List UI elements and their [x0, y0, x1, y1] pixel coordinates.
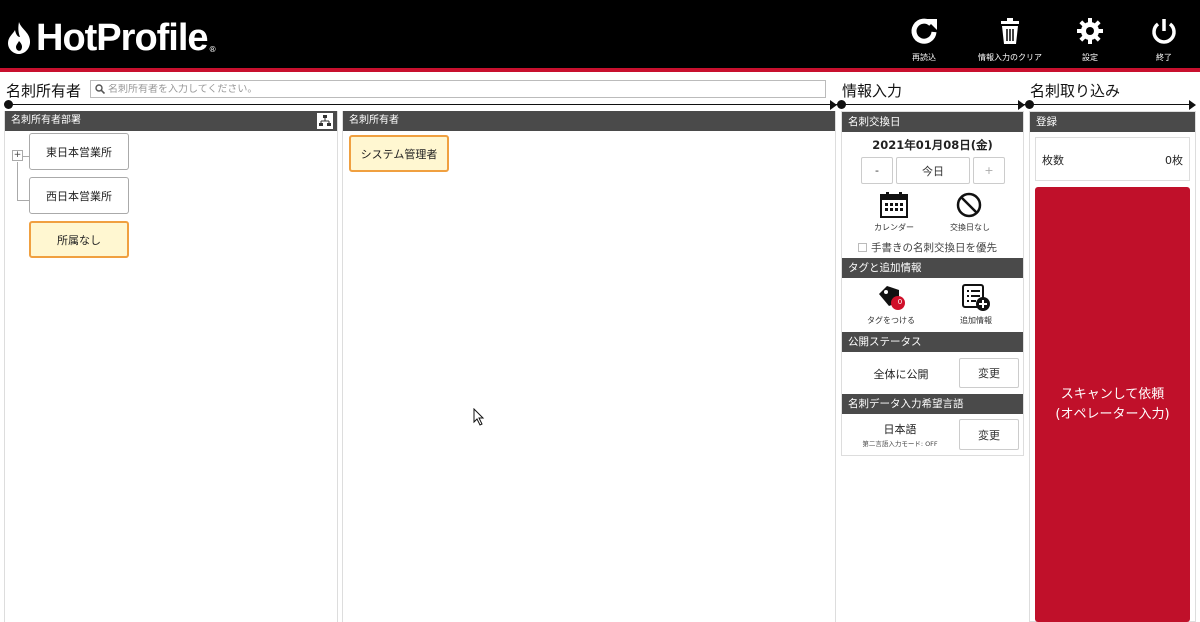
owner-node-label: システム管理者 [360, 147, 438, 161]
step-dot-owner [4, 100, 13, 109]
owner-panel-title: 名刺所有者 [349, 115, 399, 126]
publish-status-value: 全体に公開 [873, 368, 929, 381]
clear-input-button[interactable]: 情報入力のクリア [970, 16, 1050, 63]
step-timeline [6, 104, 1194, 105]
org-tree-icon[interactable] [317, 113, 333, 129]
step-dot-info [837, 100, 846, 109]
card-count-box: 枚数 0枚 [1035, 137, 1190, 181]
date-minus-button[interactable]: - [861, 157, 893, 184]
logo-registered-mark: ® [208, 44, 217, 54]
exchange-date-header: 名刺交換日 [842, 112, 1023, 132]
exit-button[interactable]: 終了 [1124, 16, 1200, 63]
step-arrow-1 [830, 100, 837, 110]
add-info-icon [962, 284, 990, 311]
handwritten-priority-option[interactable]: 手書きの名刺交換日を優先 [858, 240, 997, 255]
second-language-mode: 第二言語入力モード: OFF [862, 440, 938, 448]
no-exchange-date-label: 交換日なし [950, 223, 990, 232]
calendar-label: カレンダー [874, 223, 914, 232]
search-icon [95, 84, 105, 94]
owner-search-input[interactable] [108, 83, 808, 95]
info-section-title: 情報入力 [842, 82, 903, 100]
tags-header: タグと追加情報 [842, 258, 1023, 278]
dept-node-label: 所属なし [57, 233, 101, 247]
brand-stripe [0, 68, 1200, 72]
add-tag-button[interactable]: 0 タグをつける [865, 284, 917, 328]
input-language-value: 日本語 [883, 423, 917, 436]
settings-button[interactable]: 設定 [1050, 16, 1130, 63]
reload-icon [911, 18, 937, 44]
date-plus-button[interactable]: + [973, 157, 1005, 184]
calendar-icon [880, 192, 908, 218]
publish-status-header: 公開ステータス [842, 332, 1023, 352]
dept-node-east[interactable]: 東日本営業所 [29, 133, 129, 170]
reload-button[interactable]: 再読込 [884, 16, 964, 63]
app-logo: HotProfile ® [6, 16, 217, 59]
no-exchange-date-button[interactable]: 交換日なし [948, 190, 992, 234]
step-dot-import [1025, 100, 1034, 109]
step-arrow-end [1189, 100, 1196, 110]
tree-expander[interactable]: + [12, 150, 23, 161]
mouse-cursor-icon [473, 408, 485, 426]
dept-node-label: 東日本営業所 [46, 145, 112, 159]
card-count-value: 0枚 [1165, 154, 1183, 167]
dept-node-none[interactable]: 所属なし [29, 221, 129, 258]
register-header: 登録 [1030, 112, 1195, 132]
exit-label: 終了 [1156, 53, 1172, 62]
department-panel-header: 名刺所有者部署 [5, 111, 337, 131]
tag-count-badge: 0 [897, 298, 903, 306]
owner-search-box[interactable] [90, 80, 826, 98]
scan-request-label-2: (オペレーター入力) [1055, 406, 1170, 422]
owner-node-admin[interactable]: システム管理者 [349, 135, 449, 172]
settings-label: 設定 [1082, 53, 1098, 62]
import-section-title: 名刺取り込み [1030, 82, 1121, 100]
dept-node-west[interactable]: 西日本営業所 [29, 177, 129, 214]
scan-request-button[interactable]: スキャンして依頼 (オペレーター入力) [1035, 187, 1190, 622]
input-language-header: 名刺データ入力希望言語 [842, 394, 1023, 414]
owner-panel: 名刺所有者 [342, 111, 836, 622]
clear-input-label: 情報入力のクリア [978, 53, 1042, 62]
trash-icon [1001, 18, 1019, 44]
dept-node-label: 西日本営業所 [46, 189, 112, 203]
tree-connector [17, 200, 29, 201]
publish-status-change-button[interactable]: 変更 [959, 358, 1019, 388]
additional-info-label: 追加情報 [960, 316, 992, 325]
logo-text: HotProfile [36, 16, 209, 59]
department-panel-title: 名刺所有者部署 [11, 115, 81, 126]
scan-request-label-1: スキャンして依頼 [1060, 386, 1165, 402]
card-count-label: 枚数 [1042, 154, 1064, 167]
step-arrow-2 [1018, 100, 1025, 110]
owner-panel-header: 名刺所有者 [343, 111, 835, 131]
today-button[interactable]: 今日 [896, 157, 970, 184]
add-tag-label: タグをつける [867, 316, 915, 325]
tree-connector [17, 162, 18, 200]
exchange-date-value: 2021年01月08日(金) [872, 138, 993, 152]
owner-section-title: 名刺所有者 [6, 82, 82, 100]
gear-icon [1077, 18, 1103, 44]
reload-label: 再読込 [912, 53, 936, 62]
handwritten-priority-label: 手書きの名刺交換日を優先 [871, 242, 997, 254]
handwritten-priority-checkbox[interactable] [858, 243, 867, 252]
prohibited-icon [956, 192, 982, 218]
power-icon [1152, 19, 1176, 44]
calendar-button[interactable]: カレンダー [872, 190, 916, 234]
flame-icon [8, 22, 31, 54]
additional-info-button[interactable]: 追加情報 [953, 284, 999, 328]
input-language-change-button[interactable]: 変更 [959, 419, 1019, 450]
